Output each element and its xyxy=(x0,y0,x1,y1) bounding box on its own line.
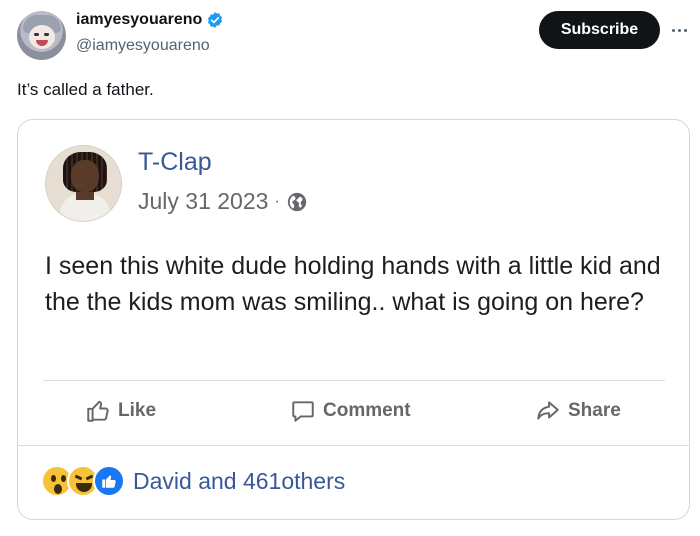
post-author-name[interactable]: T-Clap xyxy=(138,148,212,177)
post-date[interactable]: July 31 2023 xyxy=(138,188,268,215)
user-handle[interactable]: @iamyesyouareno xyxy=(76,37,210,55)
embedded-post-card[interactable]: T-Clap July 31 2023 · I seen this white … xyxy=(17,119,690,520)
share-label: Share xyxy=(568,400,621,421)
like-reaction-icon xyxy=(93,465,125,497)
avatar-eye xyxy=(44,33,49,36)
comment-label: Comment xyxy=(323,400,411,421)
user-avatar[interactable] xyxy=(17,11,66,60)
like-button[interactable]: Like xyxy=(85,398,156,424)
verified-badge-icon xyxy=(208,12,223,28)
post-body: I seen this white dude holding hands wit… xyxy=(45,252,661,316)
display-name[interactable]: iamyesyouareno xyxy=(76,11,202,29)
divider xyxy=(18,445,689,446)
subscribe-button[interactable]: Subscribe xyxy=(539,11,660,49)
post-meta: July 31 2023 · xyxy=(138,188,308,215)
comment-button[interactable]: Comment xyxy=(290,398,411,424)
reactions-count-text[interactable]: David and 461others xyxy=(133,468,345,495)
share-arrow-icon xyxy=(537,401,559,420)
reactions-summary[interactable]: David and 461others xyxy=(41,465,345,497)
divider xyxy=(43,380,665,381)
post-author-avatar[interactable] xyxy=(45,145,122,222)
thumbs-up-icon xyxy=(87,400,109,422)
meta-separator: · xyxy=(274,192,280,210)
tweet-text: It’s called a father. xyxy=(17,80,154,99)
like-label: Like xyxy=(118,400,157,421)
avatar-eye xyxy=(34,33,39,36)
avatar-face xyxy=(71,160,99,192)
user-name-row: iamyesyouareno xyxy=(76,11,224,29)
tweet-header: iamyesyouareno @iamyesyouareno Subscribe xyxy=(0,0,700,70)
globe-icon xyxy=(287,192,306,211)
more-dots-icon[interactable] xyxy=(668,22,690,38)
share-button[interactable]: Share xyxy=(535,398,621,424)
comment-icon xyxy=(292,401,314,422)
